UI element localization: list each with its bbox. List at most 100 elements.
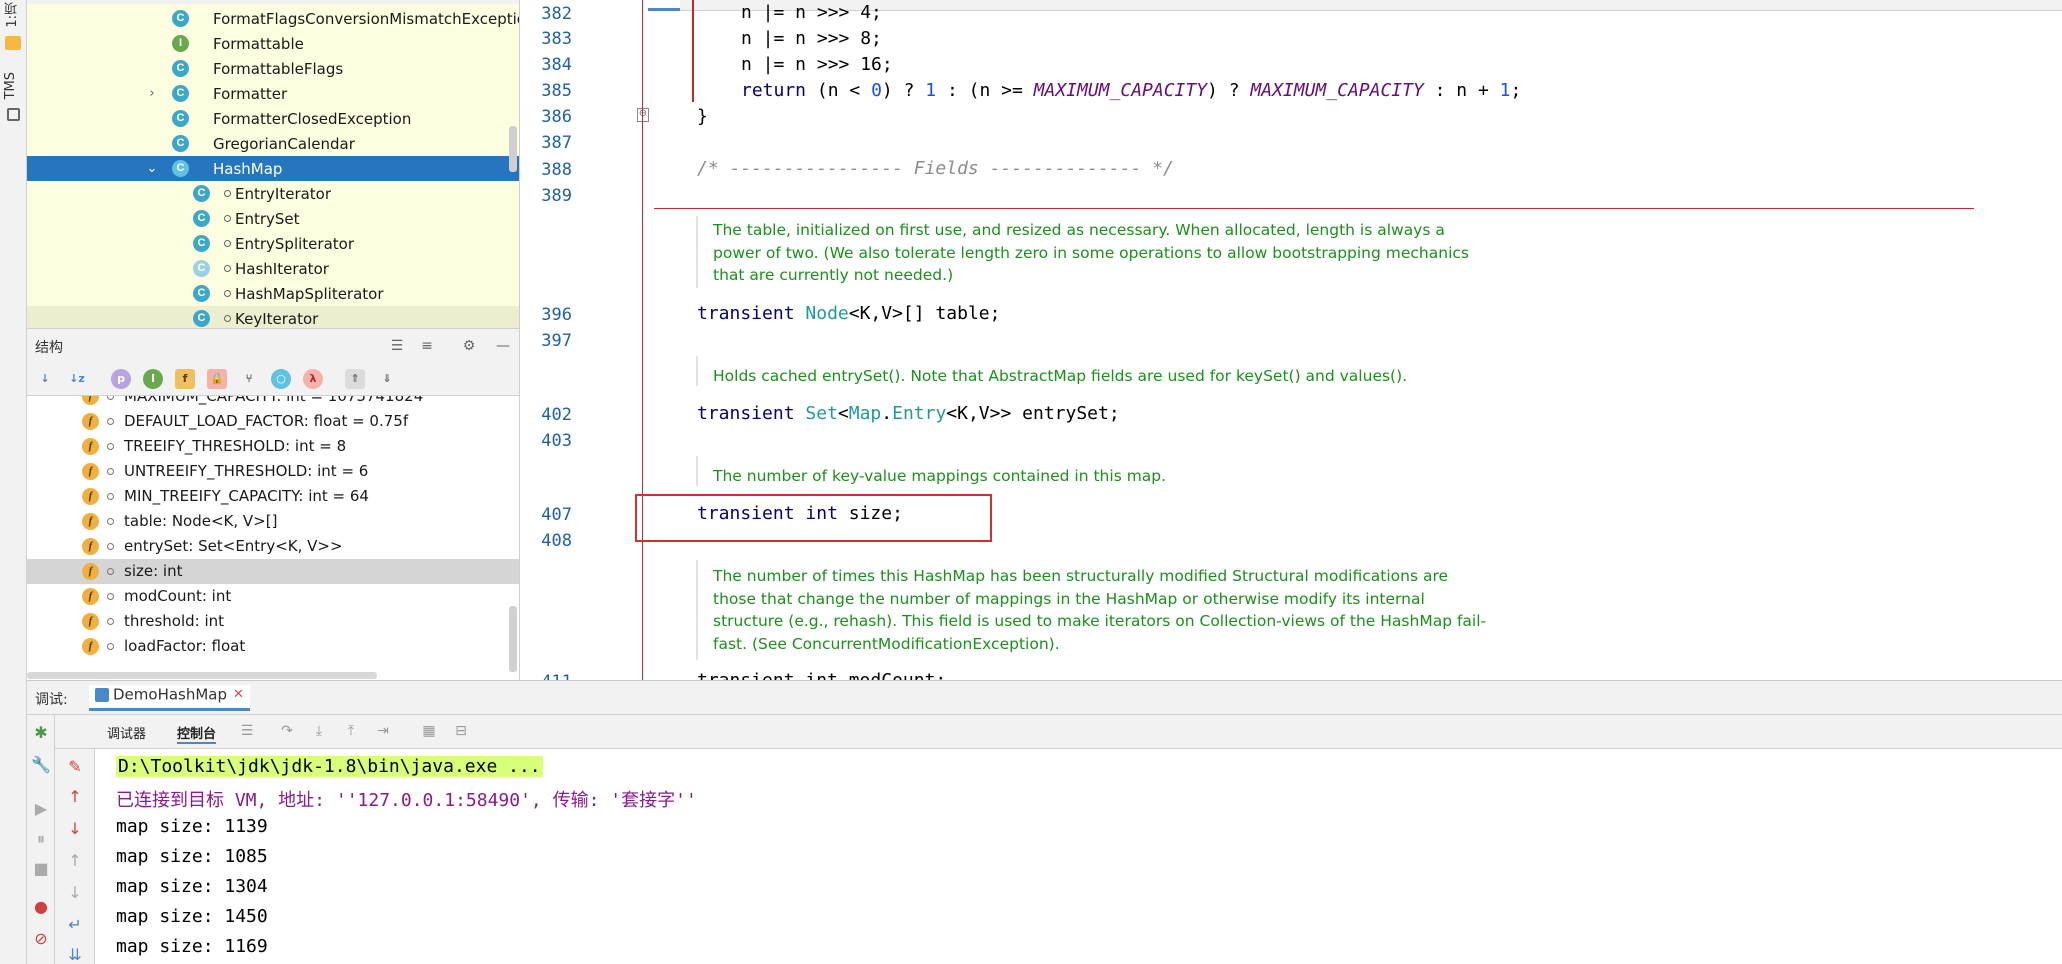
- structure-panel: 结构 ☰ ≡ ⚙ — ↓ ↓z p I f 🔒 ⑂ ○ λ ⇑ ⇓ f MAXI…: [27, 328, 520, 680]
- console-output-line: map size: 1139: [116, 816, 268, 837]
- step-into-icon[interactable]: ⤓: [309, 721, 329, 741]
- code-token: ) ?: [1207, 80, 1251, 101]
- show-anonymous-icon[interactable]: ○: [271, 369, 291, 389]
- doc-comment: The table, initialized on first use, and…: [713, 221, 1469, 284]
- field-icon: f: [82, 588, 99, 605]
- tree-item[interactable]: C KeyIterator: [27, 306, 519, 328]
- structure-field-row[interactable]: f TREEIFY_THRESHOLD: int = 8: [27, 434, 519, 459]
- wrench-icon[interactable]: 🔧: [31, 755, 51, 775]
- chevron-right-icon[interactable]: ›: [146, 86, 158, 101]
- step-out-icon[interactable]: ⤒: [341, 721, 361, 741]
- show-fields-icon[interactable]: f: [175, 369, 195, 389]
- soft-wrap-icon[interactable]: ↵: [65, 915, 85, 935]
- class-icon: C: [193, 235, 210, 252]
- tree-item-label: Formattable: [213, 34, 304, 53]
- trace-icon[interactable]: ⊟: [451, 721, 471, 741]
- structure-field-row[interactable]: f DEFAULT_LOAD_FACTOR: float = 0.75f: [27, 409, 519, 434]
- tree-item[interactable]: C FormatFlagsConversionMismatchExceptio: [27, 6, 519, 31]
- clear-console-icon[interactable]: ✎: [65, 757, 85, 777]
- structure-field-row[interactable]: f threshold: int: [27, 609, 519, 634]
- class-icon: C: [193, 185, 210, 202]
- stop-icon[interactable]: ■: [31, 859, 51, 879]
- tree-item[interactable]: C EntrySpliterator: [27, 231, 519, 256]
- sort-alphabetically-icon[interactable]: ↓z: [67, 369, 87, 389]
- line-number: 389: [541, 186, 572, 206]
- step-over-icon[interactable]: ↷: [277, 721, 297, 741]
- scroll-to-end-icon[interactable]: ⇊: [65, 945, 85, 964]
- structure-field-row[interactable]: f entrySet: Set<Entry<K, V>>: [27, 534, 519, 559]
- tab-console[interactable]: 控制台: [177, 723, 217, 744]
- code-token: .: [881, 403, 893, 424]
- class-icon: C: [193, 285, 210, 302]
- red-vertical-guide: [692, 0, 694, 102]
- fold-icon[interactable]: ⊖: [637, 108, 649, 122]
- tree-item[interactable]: I Formattable: [27, 31, 519, 56]
- tree-top-edge: [27, 0, 519, 4]
- code-token: <K,V>> entrySet;: [946, 403, 1120, 424]
- debug-side-toolbar: ✱ 🔧 ▶ ⏸ ■ ● ⊘: [27, 715, 55, 964]
- resume-icon[interactable]: ▶: [31, 799, 51, 819]
- collapse-all-icon[interactable]: ≡: [417, 336, 437, 356]
- arrow-up-disabled-icon[interactable]: ↑: [65, 851, 85, 871]
- tms-tool-tab[interactable]: TMS: [3, 72, 18, 99]
- tree-item[interactable]: C FormattableFlags: [27, 56, 519, 81]
- code-line: transient Set<Map.Entry<K,V>> entrySet;: [697, 403, 1120, 424]
- code-token: (n <: [806, 80, 872, 101]
- show-hierarchy-icon[interactable]: ⑂: [239, 369, 259, 389]
- structure-field-row[interactable]: f MAXIMUM_CAPACITY: int = 1073741824: [27, 396, 519, 409]
- structure-vscrollbar[interactable]: [509, 606, 517, 672]
- tree-item-hashmap[interactable]: ⌄ C HashMap: [27, 156, 519, 181]
- project-tool-tab[interactable]: 1:项: [3, 2, 22, 28]
- code-editor[interactable]: 382 383 384 385 386 387 388 389 396 397 …: [520, 0, 2062, 680]
- gear-icon[interactable]: ⚙: [459, 336, 479, 356]
- structure-hscrollbar[interactable]: [27, 672, 377, 679]
- menu-icon[interactable]: ☰: [237, 721, 257, 741]
- code-line: return (n < 0) ? 1 : (n >= MAXIMUM_CAPAC…: [741, 80, 1521, 101]
- mute-breakpoints-icon[interactable]: ⊘: [31, 929, 51, 949]
- arrow-down-disabled-icon[interactable]: ↓: [65, 883, 85, 903]
- pause-icon[interactable]: ⏸: [31, 829, 51, 849]
- structure-field-row-size[interactable]: f size: int: [27, 559, 519, 584]
- debug-bug-icon[interactable]: ✱: [31, 723, 51, 743]
- tab-debugger[interactable]: 调试器: [107, 723, 146, 742]
- sort-by-type-icon[interactable]: ↓: [35, 369, 55, 389]
- structure-field-row[interactable]: f MIN_TREEIFY_CAPACITY: int = 64: [27, 484, 519, 509]
- autoscroll-from-source-icon[interactable]: ⇓: [377, 369, 397, 389]
- autoscroll-to-source-icon[interactable]: ⇑: [345, 369, 365, 389]
- show-properties-icon[interactable]: p: [111, 369, 131, 389]
- debug-session-tab[interactable]: DemoHashMap ✕: [89, 685, 250, 711]
- structure-field-row[interactable]: f modCount: int: [27, 584, 519, 609]
- tree-item[interactable]: C EntryIterator: [27, 181, 519, 206]
- tree-item[interactable]: C EntrySet: [27, 206, 519, 231]
- red-horizontal-guide: [654, 208, 1974, 209]
- minimize-icon[interactable]: —: [493, 336, 513, 356]
- chevron-down-icon[interactable]: ⌄: [146, 161, 158, 176]
- run-to-cursor-icon[interactable]: ⇥: [373, 721, 393, 741]
- expand-all-icon[interactable]: ☰: [387, 336, 407, 356]
- close-icon[interactable]: ✕: [233, 687, 244, 702]
- tree-item[interactable]: C FormatterClosedException: [27, 106, 519, 131]
- tree-scrollbar[interactable]: [509, 126, 517, 172]
- show-inherited-icon[interactable]: I: [143, 369, 163, 389]
- show-lambdas-icon[interactable]: λ: [303, 369, 323, 389]
- tree-item[interactable]: C HashMapSpliterator: [27, 281, 519, 306]
- view-breakpoints-icon[interactable]: ●: [31, 897, 51, 917]
- arrow-up-icon[interactable]: ↑: [65, 787, 85, 807]
- structure-toolbar: ↓ ↓z p I f 🔒 ⑂ ○ λ ⇑ ⇓: [27, 362, 519, 396]
- structure-field-row[interactable]: f UNTREEIFY_THRESHOLD: int = 6: [27, 459, 519, 484]
- class-icon: C: [193, 310, 210, 327]
- code-token: ;: [1510, 80, 1522, 101]
- console-command-line: D:\Toolkit\jdk\jdk-1.8\bin\java.exe ...: [116, 756, 543, 777]
- tree-item-label: FormatFlagsConversionMismatchExceptio: [213, 9, 520, 28]
- static-field-icon: f: [82, 413, 99, 430]
- arrow-down-icon[interactable]: ↓: [65, 819, 85, 839]
- evaluate-icon[interactable]: ▦: [419, 721, 439, 741]
- structure-field-row[interactable]: f loadFactor: float: [27, 634, 519, 659]
- structure-field-row[interactable]: f table: Node<K, V>[]: [27, 509, 519, 534]
- tree-item[interactable]: C GregorianCalendar: [27, 131, 519, 156]
- tree-item[interactable]: › C Formatter: [27, 81, 519, 106]
- code-token: MAXIMUM_CAPACITY: [1033, 80, 1208, 101]
- tree-item[interactable]: C HashIterator: [27, 256, 519, 281]
- show-non-public-icon[interactable]: 🔒: [207, 369, 227, 389]
- package-private-icon: [224, 290, 231, 297]
